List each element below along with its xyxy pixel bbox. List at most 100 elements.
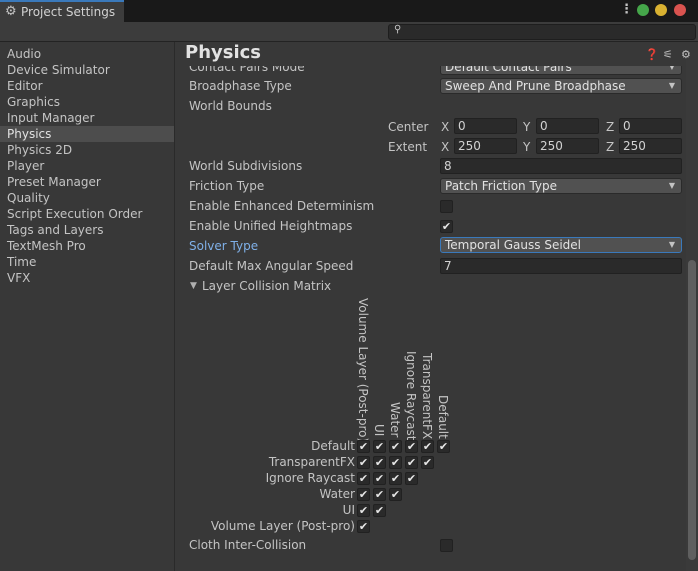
- matrix-row-label: Volume Layer (Post-pro): [210, 519, 355, 533]
- title-bar: ⚙ Project Settings ⋮: [0, 0, 698, 22]
- sidebar-item-player[interactable]: Player: [0, 158, 174, 174]
- extent-label: Extent: [388, 140, 428, 154]
- matrix-row-label: Ignore Raycast: [265, 471, 355, 485]
- matrix-checkbox[interactable]: ✔: [389, 456, 402, 469]
- matrix-checkbox[interactable]: ✔: [373, 456, 386, 469]
- sidebar-item-textmesh-pro[interactable]: TextMesh Pro: [0, 238, 174, 254]
- axis-y-label: Y: [523, 140, 531, 154]
- sliders-icon[interactable]: ⚟: [663, 48, 673, 61]
- sidebar-item-tags-and-layers[interactable]: Tags and Layers: [0, 222, 174, 238]
- enhanced-determinism-checkbox[interactable]: [440, 200, 453, 213]
- broadphase-type-dropdown[interactable]: Sweep And Prune Broadphase ▼: [440, 78, 682, 94]
- matrix-checkbox[interactable]: ✔: [373, 472, 386, 485]
- chevron-down-icon: ▼: [668, 81, 675, 90]
- friction-type-label: Friction Type: [189, 179, 265, 193]
- matrix-column-label: Volume Layer (Post-pro): [356, 298, 370, 443]
- unified-heightmaps-checkbox[interactable]: ✔: [440, 220, 453, 233]
- matrix-checkbox[interactable]: ✔: [405, 456, 418, 469]
- world-subdivisions-label: World Subdivisions: [189, 159, 303, 173]
- sidebar-item-input-manager[interactable]: Input Manager: [0, 110, 174, 126]
- matrix-checkbox[interactable]: ✔: [357, 472, 370, 485]
- matrix-column-label: Water: [388, 402, 402, 438]
- extent-z-field[interactable]: 250: [619, 138, 682, 154]
- minimize-button[interactable]: [655, 4, 667, 16]
- search-input[interactable]: ⚲: [388, 24, 696, 40]
- matrix-checkbox[interactable]: ✔: [373, 504, 386, 517]
- solver-type-value: Temporal Gauss Seidel: [445, 238, 582, 252]
- sidebar-item-graphics[interactable]: Graphics: [0, 94, 174, 110]
- matrix-checkbox[interactable]: ✔: [437, 440, 450, 453]
- matrix-checkbox[interactable]: ✔: [373, 440, 386, 453]
- matrix-checkbox[interactable]: ✔: [389, 472, 402, 485]
- sidebar-item-editor[interactable]: Editor: [0, 78, 174, 94]
- project-settings-tab[interactable]: ⚙ Project Settings: [0, 0, 124, 22]
- matrix-checkbox[interactable]: ✔: [357, 440, 370, 453]
- world-subdivisions-field[interactable]: 8: [440, 158, 682, 174]
- vertical-dots-icon[interactable]: ⋮: [620, 2, 633, 17]
- friction-type-dropdown[interactable]: Patch Friction Type ▼: [440, 178, 682, 194]
- sidebar-item-preset-manager[interactable]: Preset Manager: [0, 174, 174, 190]
- sidebar-item-audio[interactable]: Audio: [0, 46, 174, 62]
- vertical-scrollbar[interactable]: [686, 60, 698, 571]
- cloth-inter-collision-label: Cloth Inter-Collision: [189, 538, 307, 552]
- center-label: Center: [388, 120, 429, 134]
- layer-collision-matrix-label[interactable]: Layer Collision Matrix: [202, 279, 331, 293]
- sidebar-item-physics[interactable]: Physics: [0, 126, 174, 142]
- axis-x-label: X: [441, 140, 450, 154]
- matrix-row-label: UI: [342, 503, 355, 517]
- extent-y-field[interactable]: 250: [536, 138, 599, 154]
- center-x-field[interactable]: 0: [454, 118, 517, 134]
- axis-y-label: Y: [523, 120, 531, 134]
- sidebar-item-physics-2d[interactable]: Physics 2D: [0, 142, 174, 158]
- sidebar-item-device-simulator[interactable]: Device Simulator: [0, 62, 174, 78]
- matrix-checkbox[interactable]: ✔: [357, 488, 370, 501]
- max-angular-speed-field[interactable]: 7: [440, 258, 682, 274]
- max-angular-speed-label: Default Max Angular Speed: [189, 259, 354, 273]
- matrix-column-label: UI: [372, 424, 386, 437]
- axis-z-label: Z: [606, 140, 615, 154]
- matrix-checkbox[interactable]: ✔: [421, 440, 434, 453]
- matrix-row-label: TransparentFX: [268, 455, 355, 469]
- center-y-field[interactable]: 0: [536, 118, 599, 134]
- center-z-field[interactable]: 0: [619, 118, 682, 134]
- physics-settings-panel: Contact Pairs Mode Default Contact Pairs…: [175, 42, 698, 571]
- scrollbar-thumb[interactable]: [688, 260, 696, 560]
- matrix-checkbox[interactable]: ✔: [405, 440, 418, 453]
- enhanced-determinism-label: Enable Enhanced Determinism: [189, 199, 375, 213]
- page-title: Physics: [185, 42, 262, 63]
- gear-icon: ⚙: [5, 4, 17, 19]
- matrix-checkbox[interactable]: ✔: [405, 472, 418, 485]
- matrix-checkbox[interactable]: ✔: [373, 488, 386, 501]
- matrix-checkbox[interactable]: ✔: [389, 440, 402, 453]
- matrix-checkbox[interactable]: ✔: [421, 456, 434, 469]
- matrix-column-label: Ignore Raycast: [404, 351, 418, 441]
- matrix-checkbox[interactable]: ✔: [389, 488, 402, 501]
- sidebar-item-time[interactable]: Time: [0, 254, 174, 270]
- solver-type-dropdown[interactable]: Temporal Gauss Seidel ▼: [440, 237, 682, 253]
- matrix-row-label: Water: [319, 487, 355, 501]
- maximize-button[interactable]: [637, 4, 649, 16]
- sidebar-item-quality[interactable]: Quality: [0, 190, 174, 206]
- sidebar-item-script-execution-order[interactable]: Script Execution Order: [0, 206, 174, 222]
- matrix-column-label: TransparentFX: [420, 353, 434, 440]
- matrix-checkbox[interactable]: ✔: [357, 504, 370, 517]
- matrix-column-label: Default: [436, 395, 450, 439]
- broadphase-type-value: Sweep And Prune Broadphase: [445, 79, 626, 93]
- matrix-checkbox[interactable]: ✔: [357, 520, 370, 533]
- search-icon: ⚲: [394, 24, 402, 35]
- foldout-arrow-icon[interactable]: ▼: [190, 281, 197, 291]
- close-button[interactable]: [674, 4, 686, 16]
- axis-x-label: X: [441, 120, 450, 134]
- help-icon[interactable]: ❓: [645, 48, 659, 61]
- extent-x-field[interactable]: 250: [454, 138, 517, 154]
- broadphase-type-label: Broadphase Type: [189, 79, 292, 93]
- chevron-down-icon: ▼: [668, 181, 675, 190]
- cloth-inter-collision-checkbox[interactable]: [440, 539, 453, 552]
- sidebar: Audio Device Simulator Editor Graphics I…: [0, 42, 175, 571]
- solver-type-label: Solver Type: [189, 239, 259, 253]
- sidebar-item-vfx[interactable]: VFX: [0, 270, 174, 286]
- toolbar: ⚲: [0, 22, 698, 42]
- unified-heightmaps-label: Enable Unified Heightmaps: [189, 219, 353, 233]
- matrix-checkbox[interactable]: ✔: [357, 456, 370, 469]
- chevron-down-icon: ▼: [668, 240, 675, 249]
